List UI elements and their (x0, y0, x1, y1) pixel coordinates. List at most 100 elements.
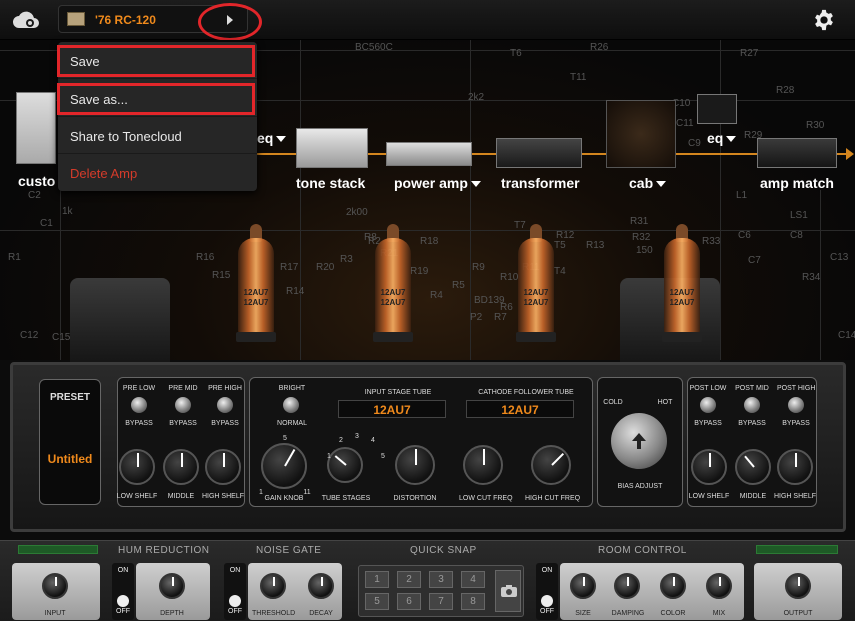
schematic-label: C7 (748, 255, 761, 266)
menu-item-delete[interactable]: Delete Amp (58, 154, 257, 191)
pre-toggle-label: PRE LOW (122, 385, 156, 392)
pre-bypass-toggle[interactable] (175, 397, 191, 413)
chain-transformer[interactable]: transformer (501, 175, 580, 191)
chain-custom-label[interactable]: custo (18, 173, 55, 189)
schematic-label: 150 (636, 245, 653, 256)
tone-stack-icon[interactable] (296, 128, 368, 168)
schematic-label: R20 (316, 262, 335, 273)
depth-label: DEPTH (160, 610, 184, 617)
schematic-label: C9 (688, 138, 701, 149)
pre-bypass-toggle[interactable] (217, 397, 233, 413)
mix-knob[interactable] (706, 573, 732, 599)
tonecloud-icon[interactable] (12, 10, 40, 30)
eq-post-icon[interactable] (697, 94, 737, 124)
threshold-knob[interactable] (260, 573, 286, 599)
vacuum-tube: 12AU7 12AU7 (234, 222, 278, 342)
quick-snap-button[interactable]: 8 (461, 593, 485, 610)
post-bypass-toggle[interactable] (700, 397, 716, 413)
output-knob[interactable] (785, 573, 811, 599)
amp-match-icon[interactable] (757, 138, 837, 168)
room-switch[interactable]: ON OFF (536, 563, 558, 620)
schematic-label: R26 (590, 42, 609, 53)
schematic-label: C13 (830, 252, 849, 263)
knob-indicator (181, 453, 183, 467)
post-knob-label: MIDDLE (739, 493, 767, 500)
pre-eq-knob[interactable] (119, 449, 155, 485)
damping-knob[interactable] (614, 573, 640, 599)
post-bypass-toggle[interactable] (788, 397, 804, 413)
input-knob[interactable] (42, 573, 68, 599)
cabinet-icon[interactable] (606, 100, 676, 168)
camera-button[interactable] (495, 570, 521, 612)
chain-eq-pre-label: eq (257, 130, 274, 146)
schematic-label: R7 (494, 312, 507, 323)
hum-switch[interactable]: ON OFF (112, 563, 134, 620)
custom-amp-icon (16, 92, 56, 164)
schematic-label: R16 (196, 252, 215, 263)
bypass-label: BYPASS (738, 420, 766, 427)
quick-snap-button[interactable]: 5 (365, 593, 389, 610)
tube-stage-tick: 2 (339, 437, 343, 444)
chain-eq-pre[interactable]: eq (257, 130, 287, 146)
quick-snap-button[interactable]: 4 (461, 571, 485, 588)
schematic-label: C2 (28, 190, 41, 201)
schematic-label: R28 (776, 85, 795, 96)
post-toggle-label: POST MID (735, 385, 769, 392)
high-cut-knob[interactable] (531, 445, 571, 485)
depth-knob[interactable] (159, 573, 185, 599)
post-eq-knob[interactable] (777, 449, 813, 485)
knob-indicator (673, 577, 675, 586)
switch-on-label: ON (117, 567, 129, 574)
quick-snap-button[interactable]: 7 (429, 593, 453, 610)
distortion-knob[interactable] (395, 445, 435, 485)
chain-tone-stack[interactable]: tone stack (296, 175, 365, 191)
post-eq-knob[interactable] (691, 449, 727, 485)
schematic-label: R9 (472, 262, 485, 273)
transformer-icon[interactable] (496, 138, 582, 168)
schematic-label: C11 (676, 118, 694, 129)
quick-snap-button[interactable]: 2 (397, 571, 421, 588)
gain-knob[interactable] (261, 443, 307, 489)
pre-bypass-toggle[interactable] (131, 397, 147, 413)
pre-eq-knob[interactable] (205, 449, 241, 485)
highlight-box-save (57, 45, 255, 77)
chain-power-amp[interactable]: power amp (394, 175, 481, 191)
chain-cab[interactable]: cab (629, 175, 667, 191)
menu-item-share[interactable]: Share to Tonecloud (58, 117, 257, 154)
bright-label: BRIGHT (278, 385, 306, 392)
input-tube-display[interactable]: 12AU7 (338, 400, 446, 418)
output-label: OUTPUT (783, 610, 813, 617)
chain-amp-match[interactable]: amp match (760, 175, 834, 191)
low-cut-knob[interactable] (463, 445, 503, 485)
bypass-label: BYPASS (169, 420, 197, 427)
gate-switch[interactable]: ON OFF (224, 563, 246, 620)
arrow-up-icon (632, 433, 646, 449)
knob-indicator (583, 577, 585, 586)
cathode-tube-display[interactable]: 12AU7 (466, 400, 574, 418)
chain-eq-post[interactable]: eq (707, 130, 737, 146)
bypass-label: BYPASS (782, 420, 810, 427)
knob-indicator (172, 577, 174, 586)
pre-eq-knob[interactable] (163, 449, 199, 485)
schematic-label: 1k (62, 206, 73, 217)
gear-icon[interactable] (813, 9, 835, 31)
knob-indicator (223, 453, 225, 467)
power-amp-icon[interactable] (386, 142, 472, 166)
schematic-label: T6 (510, 48, 522, 59)
tube-label: 12AU7 (380, 298, 406, 307)
post-eq-knob[interactable] (735, 449, 771, 485)
post-bypass-toggle[interactable] (744, 397, 760, 413)
gain-tick: 5 (283, 435, 287, 442)
schematic-label: C6 (738, 230, 751, 241)
quick-snap-button[interactable]: 3 (429, 571, 453, 588)
decay-knob[interactable] (308, 573, 334, 599)
size-knob[interactable] (570, 573, 596, 599)
knob-indicator (744, 455, 755, 468)
preset-box[interactable]: PRESET Untitled (39, 379, 101, 505)
bright-toggle[interactable] (283, 397, 299, 413)
quick-snap-button[interactable]: 1 (365, 571, 389, 588)
schematic-label: T11 (570, 72, 587, 83)
quick-snap-button[interactable]: 6 (397, 593, 421, 610)
schematic-label: 2k2 (468, 92, 485, 103)
color-knob[interactable] (660, 573, 686, 599)
